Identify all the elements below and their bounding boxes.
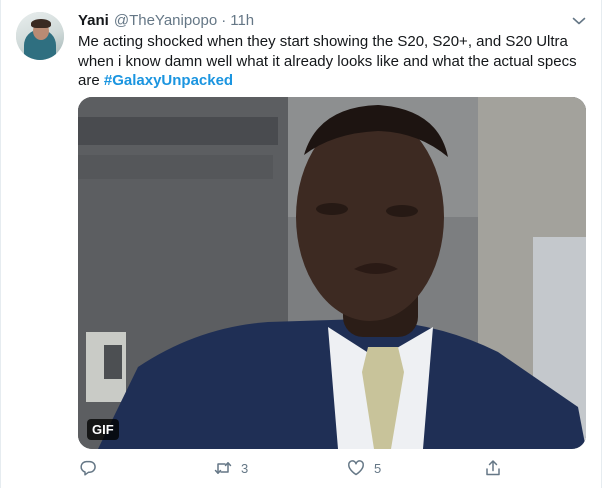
- tweet-text: Me acting shocked when they start showin…: [78, 32, 583, 91]
- share-icon: [486, 460, 500, 476]
- chevron-down-icon: [572, 17, 586, 25]
- retweet-button[interactable]: 3: [214, 457, 248, 479]
- like-count: 5: [374, 460, 382, 476]
- gif-frame-image: [78, 97, 586, 449]
- reply-button[interactable]: [79, 457, 97, 479]
- heart-icon: [348, 460, 364, 476]
- retweet-icon: [214, 462, 232, 474]
- more-options-button[interactable]: [570, 12, 588, 30]
- avatar[interactable]: [16, 12, 64, 60]
- tweet-actions: 3 5: [78, 457, 583, 479]
- tweet-text-line-1: Me acting shocked when they start showin…: [78, 33, 568, 50]
- tweet-card[interactable]: Yani @TheYanipopo · 11h Me acting shocke…: [0, 0, 602, 488]
- tweet-text-line-3: are #GalaxyUnpacked: [78, 71, 583, 91]
- separator-dot: ·: [221, 12, 227, 29]
- tweet-text-line-2: when i know damn well what it already lo…: [78, 52, 577, 70]
- reply-icon: [80, 460, 96, 476]
- retweet-count: 3: [241, 460, 249, 476]
- like-button[interactable]: 5: [347, 457, 381, 479]
- gif-media[interactable]: GIF: [78, 97, 586, 449]
- hashtag-link[interactable]: #GalaxyUnpacked: [104, 72, 233, 89]
- author-handle[interactable]: @TheYanipopo: [114, 12, 217, 30]
- share-button[interactable]: [484, 457, 502, 479]
- avatar-hair: [31, 19, 51, 28]
- gif-badge: GIF: [87, 419, 119, 440]
- tweet-text-line-3-prefix: are: [78, 72, 104, 89]
- author-name[interactable]: Yani: [78, 12, 109, 30]
- tweet-header: Yani @TheYanipopo · 11h: [78, 12, 254, 30]
- tweet-time[interactable]: 11h: [230, 12, 254, 30]
